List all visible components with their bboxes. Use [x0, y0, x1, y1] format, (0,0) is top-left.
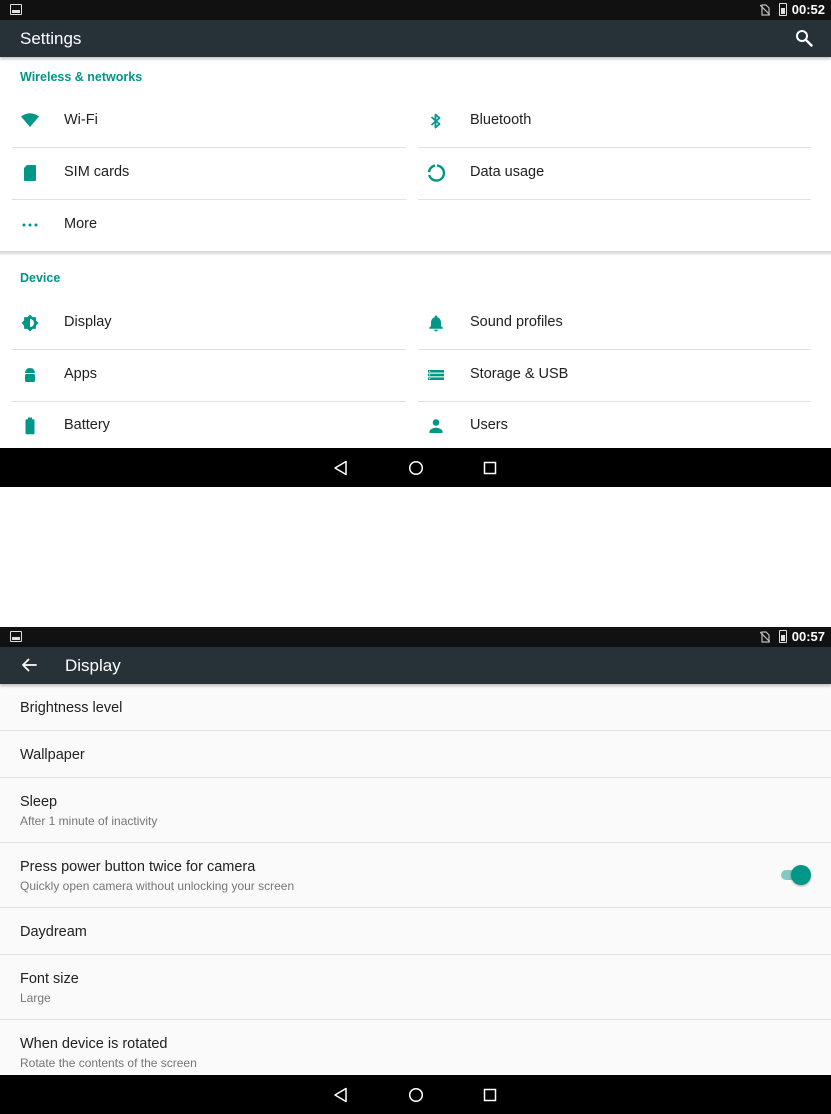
page-title: Display — [65, 656, 121, 675]
pref-title: Daydream — [20, 924, 87, 940]
more-dots-icon — [22, 223, 38, 227]
navigation-bar — [0, 448, 831, 487]
settings-item-label: More — [64, 216, 98, 232]
status-bar: 00:52 — [0, 0, 831, 20]
settings-item-label: Sound profiles — [470, 314, 563, 330]
settings-item-data-usage[interactable]: Data usage — [418, 148, 811, 200]
settings-item-more[interactable]: More — [12, 200, 406, 252]
search-icon[interactable] — [795, 29, 813, 47]
settings-item-users[interactable]: Users — [418, 401, 811, 448]
recents-nav-icon[interactable] — [481, 459, 499, 477]
section-header-device: Device — [20, 271, 61, 285]
divider — [418, 199, 811, 200]
pref-daydream[interactable]: Daydream — [0, 908, 831, 955]
battery-status-icon — [779, 630, 787, 643]
section-divider — [0, 251, 831, 255]
settings-item-storage-usb[interactable]: Storage & USB — [418, 350, 811, 402]
pref-title: Press power button twice for camera — [20, 859, 256, 875]
app-bar: Display — [0, 647, 831, 684]
android-icon — [25, 368, 35, 382]
pref-title: Font size — [20, 971, 79, 987]
settings-item-label: Users — [470, 417, 508, 433]
camera-shortcut-toggle[interactable] — [781, 865, 811, 885]
person-icon — [429, 419, 443, 433]
settings-item-bluetooth[interactable]: Bluetooth — [418, 96, 811, 148]
pref-summary: Large — [20, 991, 51, 1005]
pref-wallpaper[interactable]: Wallpaper — [0, 731, 831, 778]
screenshot-notification-icon — [10, 4, 22, 15]
settings-screen: 00:52 Settings Wireless & networks Wi-Fi… — [0, 0, 831, 487]
sim-card-icon — [24, 165, 36, 181]
home-nav-icon[interactable] — [407, 459, 425, 477]
settings-item-label: Bluetooth — [470, 112, 532, 128]
pref-device-rotation[interactable]: When device is rotated Rotate the conten… — [0, 1020, 831, 1075]
pref-summary: Rotate the contents of the screen — [20, 1056, 197, 1070]
status-bar: 00:57 — [0, 627, 831, 647]
bluetooth-icon — [430, 113, 441, 129]
toggle-thumb — [791, 865, 811, 885]
recents-nav-icon[interactable] — [481, 1086, 499, 1104]
app-bar: Settings — [0, 20, 831, 57]
settings-item-apps[interactable]: Apps — [12, 350, 406, 402]
no-sim-icon — [760, 631, 770, 643]
settings-item-wifi[interactable]: Wi-Fi — [12, 96, 406, 148]
page-title: Settings — [20, 29, 82, 48]
settings-item-sound-profiles[interactable]: Sound profiles — [418, 298, 811, 350]
back-nav-icon[interactable] — [332, 459, 350, 477]
data-usage-icon — [427, 164, 446, 182]
pref-double-press-camera[interactable]: Press power button twice for camera Quic… — [0, 843, 831, 908]
settings-item-label: Display — [64, 314, 112, 330]
navigation-bar — [0, 1075, 831, 1114]
status-clock: 00:52 — [791, 2, 825, 17]
settings-item-display[interactable]: Display — [12, 298, 406, 350]
settings-item-battery[interactable]: Battery — [12, 401, 406, 448]
bell-icon — [429, 315, 443, 332]
battery-icon — [25, 417, 35, 435]
pref-font-size[interactable]: Font size Large — [0, 955, 831, 1020]
no-sim-icon — [760, 4, 770, 16]
settings-item-label: Battery — [64, 417, 110, 433]
settings-item-label: SIM cards — [64, 164, 130, 180]
pref-title: Sleep — [20, 794, 58, 810]
settings-item-label: Data usage — [470, 164, 545, 180]
status-clock: 00:57 — [791, 629, 825, 644]
pref-title: When device is rotated — [20, 1036, 168, 1052]
settings-item-sim-cards[interactable]: SIM cards — [12, 148, 406, 200]
pref-summary: Quickly open camera without unlocking yo… — [20, 879, 295, 893]
back-nav-icon[interactable] — [332, 1086, 350, 1104]
settings-item-label: Storage & USB — [470, 366, 569, 382]
storage-icon — [428, 370, 444, 380]
screenshot-notification-icon — [10, 631, 22, 642]
wifi-icon — [21, 113, 39, 127]
settings-item-label: Apps — [64, 366, 98, 382]
battery-status-icon — [779, 3, 787, 16]
pref-title: Wallpaper — [20, 747, 85, 763]
pref-sleep[interactable]: Sleep After 1 minute of inactivity — [0, 778, 831, 843]
display-settings-screen: 00:57 Display Brightness level Wallpaper… — [0, 627, 831, 1114]
pref-summary: After 1 minute of inactivity — [20, 814, 158, 828]
pref-title: Brightness level — [20, 700, 123, 716]
home-nav-icon[interactable] — [407, 1086, 425, 1104]
pref-brightness-level[interactable]: Brightness level — [0, 684, 831, 731]
brightness-icon — [21, 314, 39, 332]
back-arrow-icon[interactable] — [20, 656, 38, 674]
section-header-wireless: Wireless & networks — [20, 70, 143, 84]
settings-item-label: Wi-Fi — [64, 112, 98, 128]
